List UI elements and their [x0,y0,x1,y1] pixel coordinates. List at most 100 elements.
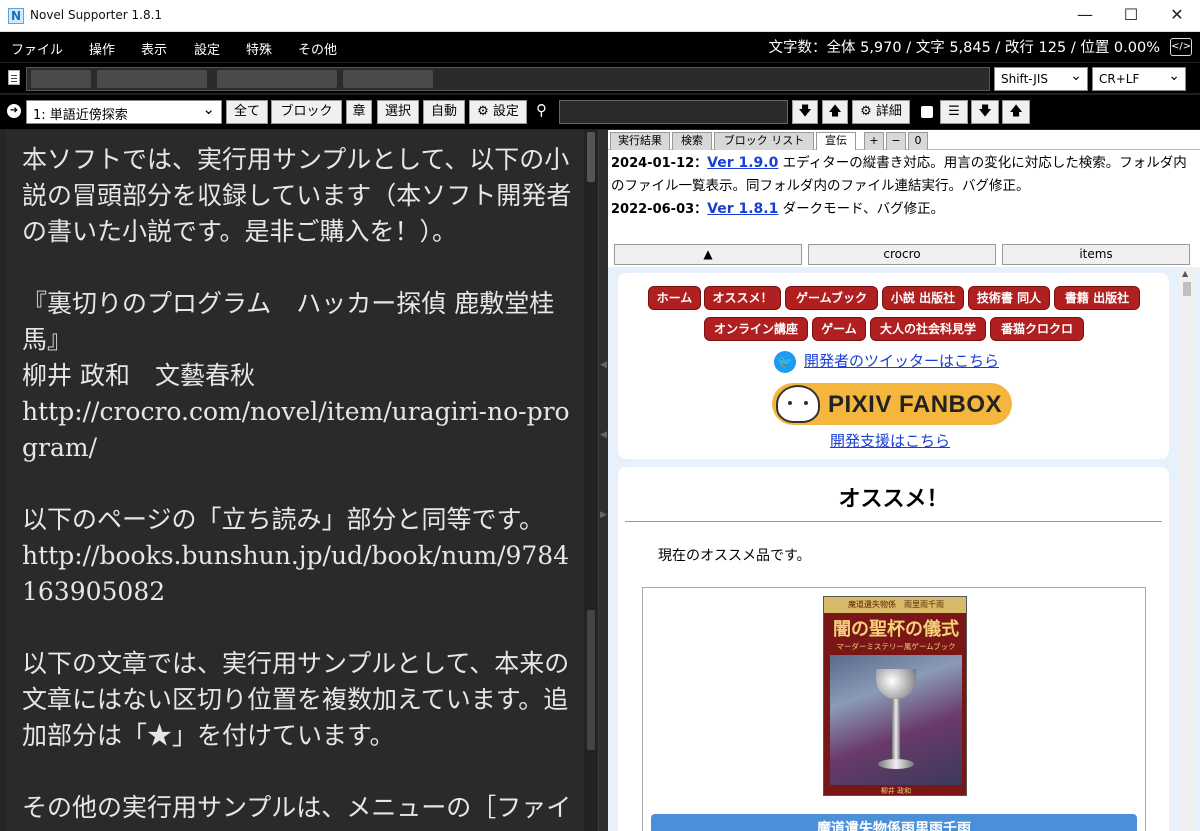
nav-card: ホーム オススメ！ ゲームブック 小説 出版社 技術書 同人 書籍 出版社 オン… [618,273,1169,459]
zoom-in-button[interactable]: + [864,132,884,150]
nav-book-publisher[interactable]: 書籍 出版社 [1054,286,1140,310]
nav-online-course[interactable]: オンライン講座 [704,317,808,341]
version-link[interactable]: Ver 1.8.1 [707,201,778,217]
editor-scrollbar[interactable] [584,130,598,831]
product-card: 魔道遺失物係 雨里雨千雨 闇の聖杯の儀式 マーダーミステリー風ゲームブック 柳井… [642,587,1146,831]
news-date: 2022-06-03： [611,202,708,217]
app-icon: N [8,8,24,24]
file-path-field[interactable] [26,67,990,91]
chalice-base [878,759,914,769]
redacted-path [31,70,91,88]
nav-tech-doujin[interactable]: 技術書 同人 [968,286,1050,310]
browser-scroll-thumb[interactable] [1183,282,1191,296]
editor-text[interactable]: 本ソフトでは、実行用サンプルとして、以下の小説の冒頭部分を収録しています（本ソフ… [22,142,578,826]
twitter-icon[interactable]: 🐦 [774,351,796,373]
scrollbar-thumb-secondary[interactable] [587,610,595,750]
nav-home[interactable]: ホーム [648,286,701,310]
tab-promotion[interactable]: 宣伝 [816,132,856,150]
nav-recommend[interactable]: オススメ！ [704,286,781,310]
detail-button[interactable]: ⚙ 詳細 [852,100,910,124]
arrow-down-button-2[interactable]: 🡇 [971,100,999,124]
menu-view[interactable]: 表示 [141,39,167,58]
fanbox-mascot-icon [776,385,820,423]
mode-select[interactable]: 1: 単語近傍探索 [26,100,222,124]
menu-settings[interactable]: 設定 [194,39,220,58]
window-title: Novel Supporter 1.8.1 [30,8,163,22]
settings-button[interactable]: ⚙ 設定 [469,100,527,124]
version-link[interactable]: Ver 1.9.0 [707,155,778,171]
side-panel: 実行結果 検索 ブロック リスト 宣伝 + − 0 2024-01-12：Ver… [608,130,1200,831]
chalice-stem [892,699,900,759]
chevron-left-icon[interactable]: ◀ [600,430,607,440]
character-count-status: 文字数：全体 5,970 / 文字 5,845 / 改行 125 / 位置 0.… [768,40,1160,56]
news-date: 2024-01-12： [611,156,708,171]
all-button[interactable]: 全て [226,100,268,124]
maximize-icon[interactable]: ☐ [1108,0,1154,32]
chevron-right-icon[interactable]: ▶ [600,510,607,520]
nav-novel-publisher[interactable]: 小説 出版社 [882,286,964,310]
chalice-icon [876,669,916,699]
encoding-select[interactable]: Shift-JIS [994,67,1088,91]
minimize-icon[interactable]: — [1062,0,1108,32]
crocro-button[interactable]: crocro [808,244,996,265]
cover-series: 魔道遺失物係 雨里雨千雨 [824,597,966,613]
items-button[interactable]: items [1002,244,1190,265]
tab-search[interactable]: 検索 [672,132,712,150]
text-editor[interactable]: 本ソフトでは、実行用サンプルとして、以下の小説の冒頭部分を収録しています（本ソフ… [0,130,600,831]
redacted-path [217,70,337,88]
scrollbar-thumb[interactable] [587,132,595,182]
auto-button[interactable]: 自動 [423,100,465,124]
news-item: 2022-06-03：Ver 1.8.1 ダークモード、バグ修正。 [611,198,1197,221]
tab-block-list[interactable]: ブロック リスト [714,132,814,150]
recommend-title: オススメ！ [838,487,949,512]
book-cover-image[interactable]: 魔道遺失物係 雨里雨千雨 闇の聖杯の儀式 マーダーミステリー風ゲームブック 柳井… [823,596,967,796]
fanbox-logo-text: PIXIV FANBOX [828,391,1003,418]
browser-scrollbar[interactable]: ▲ [1179,267,1195,831]
arrow-right-icon[interactable]: ➜ [7,104,21,118]
menu-other[interactable]: その他 [298,39,337,58]
news-desc: ダークモード、バグ修正。 [778,201,945,217]
news-list: 2024-01-12：Ver 1.9.0 エディターの縦書き対応。用言の変化に対… [611,152,1197,221]
line-ending-select[interactable]: CR+LF [1092,67,1186,91]
code-view-button[interactable]: </> [1170,38,1192,56]
menu-file[interactable]: ファイル [11,39,63,58]
list-button[interactable]: ☰ [940,100,968,124]
toggle-checkbox[interactable] [921,106,933,118]
news-item: 2024-01-12：Ver 1.9.0 エディターの縦書き対応。用言の変化に対… [611,152,1197,198]
menu-operation[interactable]: 操作 [89,39,115,58]
document-icon [8,70,20,85]
pane-splitter[interactable]: ◀ ◀ ▶ [598,130,608,831]
search-input[interactable] [559,100,788,124]
scroll-up-icon[interactable]: ▲ [1182,269,1188,278]
arrow-down-button[interactable]: 🡇 [792,100,818,124]
zoom-out-button[interactable]: − [886,132,906,150]
embedded-browser[interactable]: ホーム オススメ！ ゲームブック 小説 出版社 技術書 同人 書籍 出版社 オン… [608,267,1200,831]
cover-art [830,655,962,785]
nav-game[interactable]: ゲーム [812,317,866,341]
redacted-path [343,70,433,88]
chevron-left-icon[interactable]: ◀ [600,360,607,370]
search-toolbar: ➜ 1: 単語近傍探索 全て ブロック 章 選択 自動 ⚙ 設定 ⚲ 🡇 🡅 ⚙… [0,95,1200,129]
nav-gamebook[interactable]: ゲームブック [785,286,878,310]
menu-special[interactable]: 特殊 [246,39,272,58]
tab-results[interactable]: 実行結果 [610,132,670,150]
chapter-button[interactable]: 章 [346,100,372,124]
twitter-link[interactable]: 開発者のツイッターはこちら [804,350,999,371]
search-icon: ⚲ [536,101,547,119]
product-button[interactable]: 魔道遺失物係雨里雨千雨 [651,814,1137,831]
arrow-up-button-2[interactable]: 🡅 [1002,100,1030,124]
editor-left-edge [0,130,6,831]
panel-tabs: 実行結果 検索 ブロック リスト 宣伝 + − 0 [608,130,1200,150]
arrow-up-button[interactable]: 🡅 [822,100,848,124]
scroll-top-button[interactable]: ▲ [614,244,802,265]
nav-kurokuro[interactable]: 番猫クロクロ [990,317,1084,341]
block-button[interactable]: ブロック [271,100,342,124]
nav-social-tour[interactable]: 大人の社会科見学 [870,317,986,341]
menu-bar: ファイル 操作 表示 設定 特殊 その他 文字数：全体 5,970 / 文字 5… [0,32,1200,62]
select-button[interactable]: 選択 [377,100,419,124]
fanbox-banner[interactable]: PIXIV FANBOX [772,383,1012,425]
cover-subtitle: マーダーミステリー風ゲームブック [836,642,956,651]
support-link[interactable]: 開発支援はこちら [830,430,950,451]
close-icon[interactable]: ✕ [1154,0,1200,32]
zoom-reset-button[interactable]: 0 [908,132,928,150]
